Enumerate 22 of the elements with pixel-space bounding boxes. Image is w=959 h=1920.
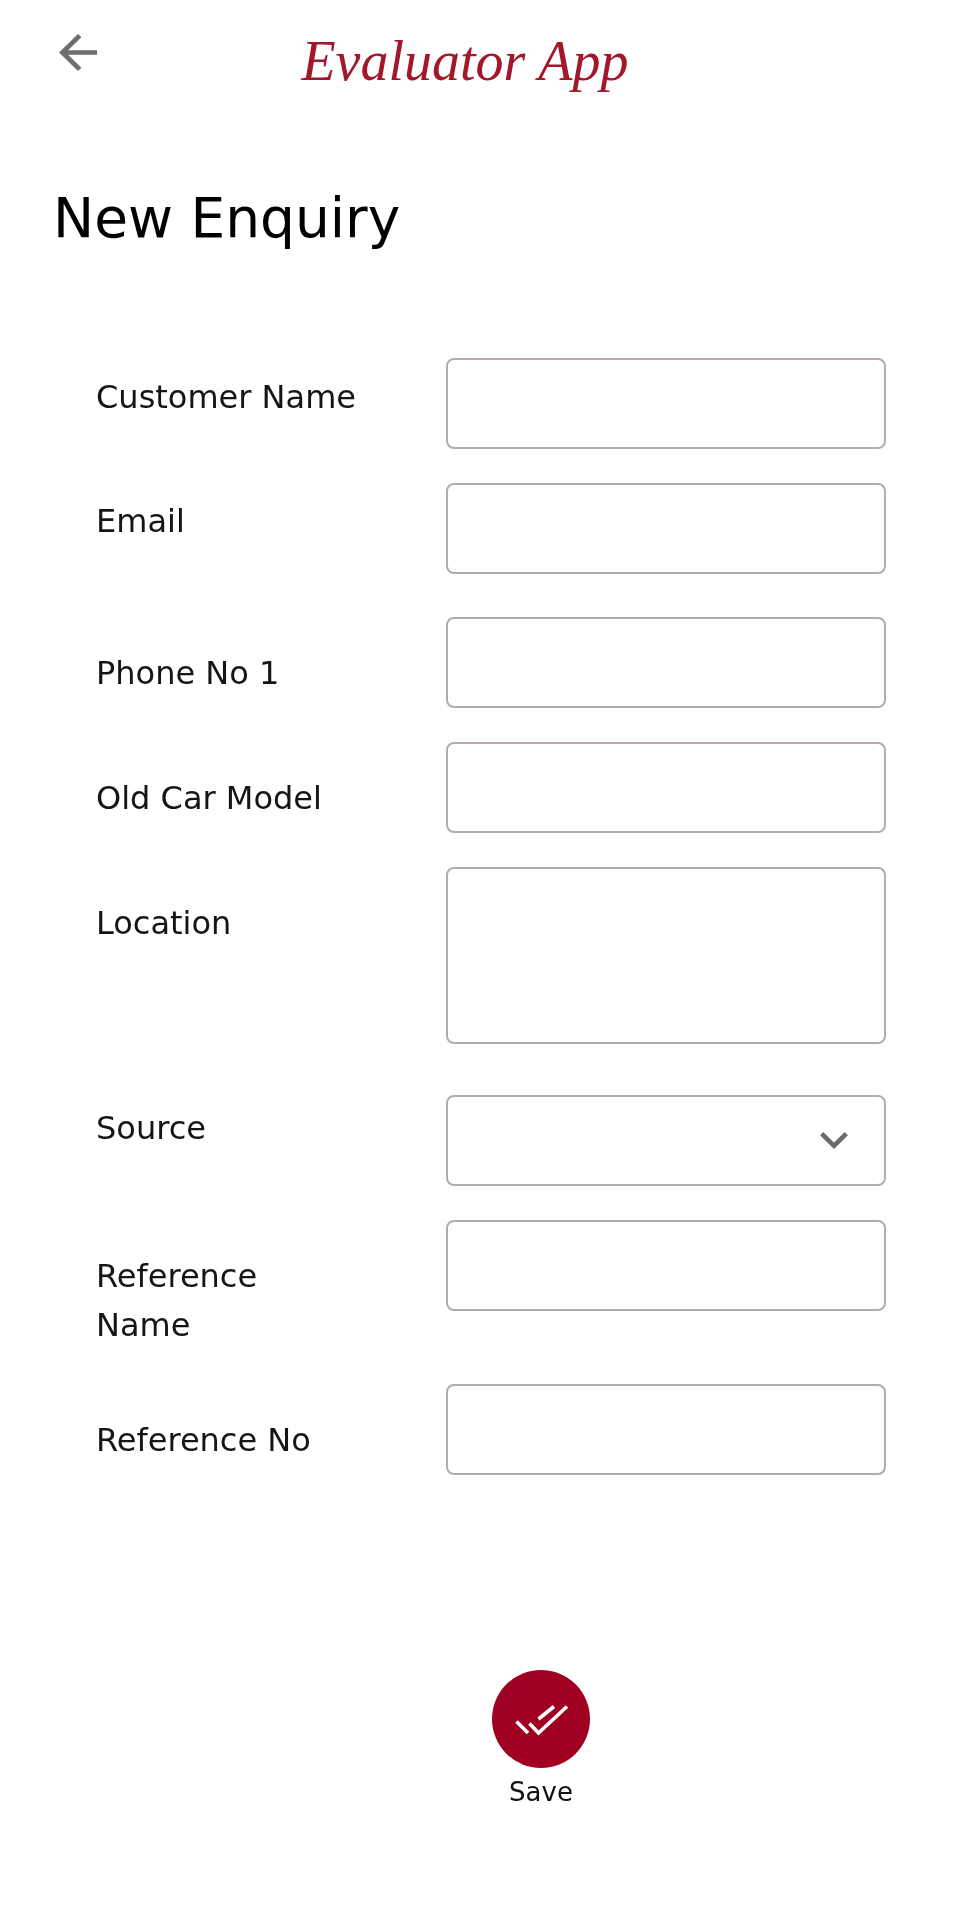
- field-label: Phone No 1: [96, 653, 281, 694]
- input-field[interactable]: [446, 617, 886, 708]
- field-label: Reference Name: [96, 1256, 259, 1346]
- app-title: Evaluator App: [301, 30, 629, 92]
- text-area-field[interactable]: [446, 867, 886, 1044]
- input-field[interactable]: [446, 483, 886, 574]
- dropdown-field[interactable]: [446, 1095, 886, 1186]
- field-label: Customer Name: [96, 377, 357, 418]
- double-check-icon: [492, 1670, 590, 1768]
- chevron-down-icon: [820, 1132, 848, 1149]
- back-arrow-icon[interactable]: [59, 34, 97, 71]
- input-field[interactable]: [446, 358, 886, 449]
- field-label: Email: [96, 501, 186, 542]
- page-title: New Enquiry: [53, 185, 401, 251]
- save-button[interactable]: Save: [492, 1670, 590, 1808]
- input-field[interactable]: [446, 742, 886, 833]
- input-field[interactable]: [446, 1384, 886, 1475]
- field-label: Reference No: [96, 1420, 312, 1461]
- field-label: Source: [96, 1108, 207, 1149]
- input-field[interactable]: [446, 1220, 886, 1311]
- field-label: Old Car Model: [96, 778, 323, 819]
- field-label: Location: [96, 903, 233, 944]
